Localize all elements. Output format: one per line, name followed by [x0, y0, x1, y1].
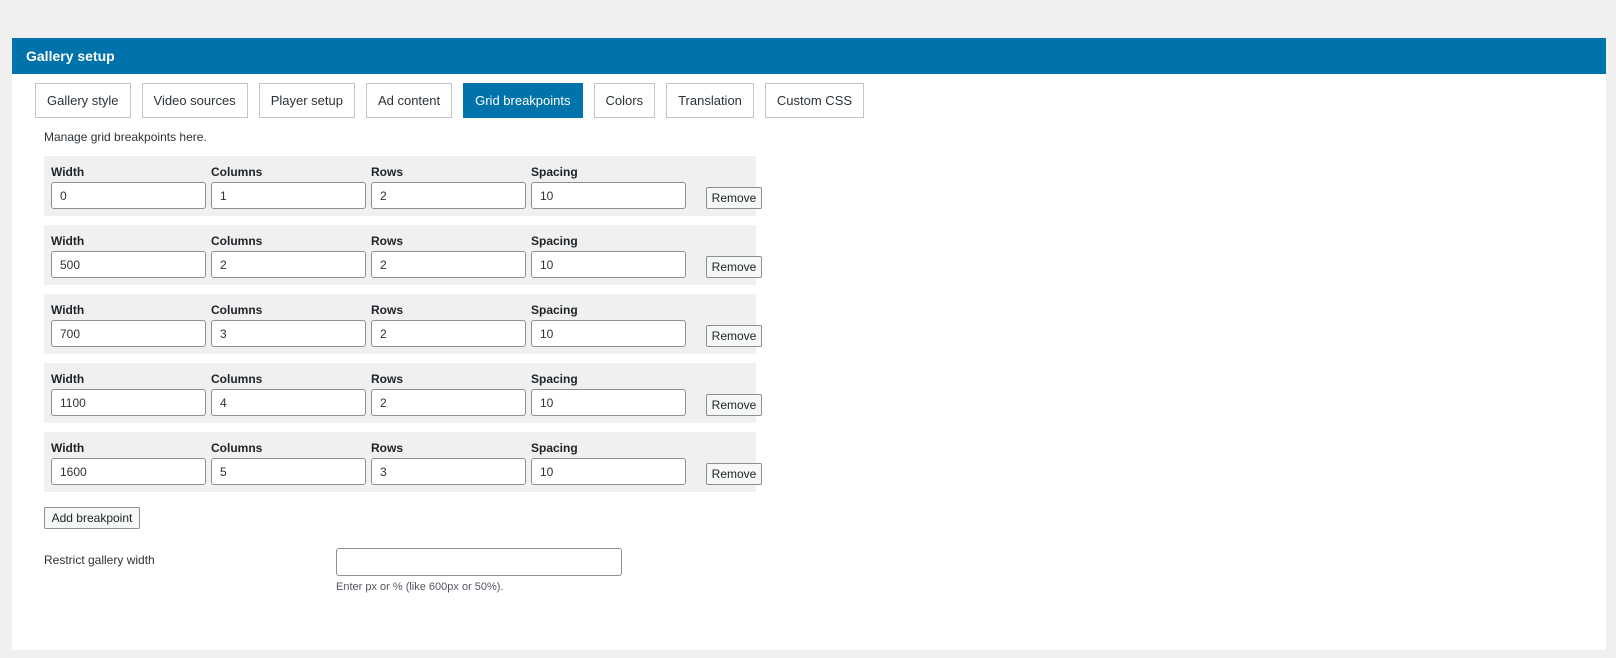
spacing-field: Spacing — [524, 164, 686, 209]
restrict-width-help: Enter px or % (like 600px or 50%). — [336, 581, 504, 593]
tab-grid-breakpoints[interactable]: Grid breakpoints — [463, 83, 583, 118]
rows-label: Rows — [371, 234, 404, 248]
columns-field: Columns — [204, 440, 366, 485]
remove-button[interactable]: Remove — [706, 187, 762, 209]
width-label: Width — [51, 441, 85, 455]
spacing-label: Spacing — [531, 441, 578, 455]
rows-label: Rows — [371, 441, 404, 455]
width-input[interactable] — [51, 182, 206, 209]
spacing-label: Spacing — [531, 165, 578, 179]
tab-player-setup[interactable]: Player setup — [258, 83, 355, 118]
rows-input[interactable] — [371, 320, 526, 347]
spacing-input[interactable] — [531, 320, 686, 347]
gallery-setup-panel: Gallery setup Gallery style Video source… — [12, 38, 1606, 650]
width-input[interactable] — [51, 251, 206, 278]
rows-input[interactable] — [371, 458, 526, 485]
breakpoint-row: Width Columns Rows Spacing Remove — [44, 363, 762, 423]
columns-input[interactable] — [211, 389, 366, 416]
rows-field: Rows — [364, 164, 526, 209]
rows-label: Rows — [371, 372, 404, 386]
tab-colors[interactable]: Colors — [593, 83, 656, 118]
breakpoint-row: Width Columns Rows Spacing Remove — [44, 225, 762, 285]
restrict-width-input[interactable] — [336, 548, 622, 576]
width-field: Width — [44, 302, 206, 347]
width-field: Width — [44, 164, 206, 209]
spacing-input[interactable] — [531, 182, 686, 209]
columns-label: Columns — [211, 303, 263, 317]
columns-field: Columns — [204, 164, 366, 209]
tab-custom-css[interactable]: Custom CSS — [764, 83, 865, 118]
spacing-input[interactable] — [531, 458, 686, 485]
columns-input[interactable] — [211, 251, 366, 278]
columns-label: Columns — [211, 234, 263, 248]
breakpoint-list: Width Columns Rows Spacing Remove Width — [44, 156, 762, 501]
spacing-field: Spacing — [524, 440, 686, 485]
width-label: Width — [51, 165, 85, 179]
rows-input[interactable] — [371, 182, 526, 209]
width-input[interactable] — [51, 458, 206, 485]
columns-field: Columns — [204, 233, 366, 278]
columns-input[interactable] — [211, 182, 366, 209]
spacing-input[interactable] — [531, 251, 686, 278]
spacing-field: Spacing — [524, 233, 686, 278]
rows-field: Rows — [364, 233, 526, 278]
spacing-label: Spacing — [531, 234, 578, 248]
width-field: Width — [44, 371, 206, 416]
rows-field: Rows — [364, 302, 526, 347]
breakpoint-row: Width Columns Rows Spacing Remove — [44, 294, 762, 354]
rows-input[interactable] — [371, 251, 526, 278]
spacing-label: Spacing — [531, 303, 578, 317]
add-breakpoint-button[interactable]: Add breakpoint — [44, 507, 140, 529]
spacing-field: Spacing — [524, 302, 686, 347]
columns-label: Columns — [211, 441, 263, 455]
columns-label: Columns — [211, 165, 263, 179]
columns-input[interactable] — [211, 458, 366, 485]
columns-field: Columns — [204, 302, 366, 347]
spacing-input[interactable] — [531, 389, 686, 416]
remove-button[interactable]: Remove — [706, 325, 762, 347]
width-field: Width — [44, 440, 206, 485]
restrict-width-label: Restrict gallery width — [44, 553, 155, 567]
remove-button[interactable]: Remove — [706, 256, 762, 278]
width-label: Width — [51, 372, 85, 386]
width-label: Width — [51, 303, 85, 317]
width-label: Width — [51, 234, 85, 248]
tab-video-sources[interactable]: Video sources — [141, 83, 248, 118]
columns-field: Columns — [204, 371, 366, 416]
spacing-label: Spacing — [531, 372, 578, 386]
columns-input[interactable] — [211, 320, 366, 347]
tab-ad-content[interactable]: Ad content — [365, 83, 453, 118]
width-field: Width — [44, 233, 206, 278]
breakpoint-row: Width Columns Rows Spacing Remove — [44, 432, 762, 492]
width-input[interactable] — [51, 320, 206, 347]
rows-field: Rows — [364, 440, 526, 485]
remove-button[interactable]: Remove — [706, 463, 762, 485]
grid-intro-text: Manage grid breakpoints here. — [44, 130, 207, 144]
tab-translation[interactable]: Translation — [666, 83, 754, 118]
columns-label: Columns — [211, 372, 263, 386]
rows-field: Rows — [364, 371, 526, 416]
rows-label: Rows — [371, 303, 404, 317]
spacing-field: Spacing — [524, 371, 686, 416]
rows-input[interactable] — [371, 389, 526, 416]
tab-bar: Gallery style Video sources Player setup… — [35, 83, 865, 118]
tab-gallery-style[interactable]: Gallery style — [35, 83, 131, 118]
width-input[interactable] — [51, 389, 206, 416]
remove-button[interactable]: Remove — [706, 394, 762, 416]
panel-title: Gallery setup — [12, 38, 1606, 74]
breakpoint-row: Width Columns Rows Spacing Remove — [44, 156, 762, 216]
rows-label: Rows — [371, 165, 404, 179]
